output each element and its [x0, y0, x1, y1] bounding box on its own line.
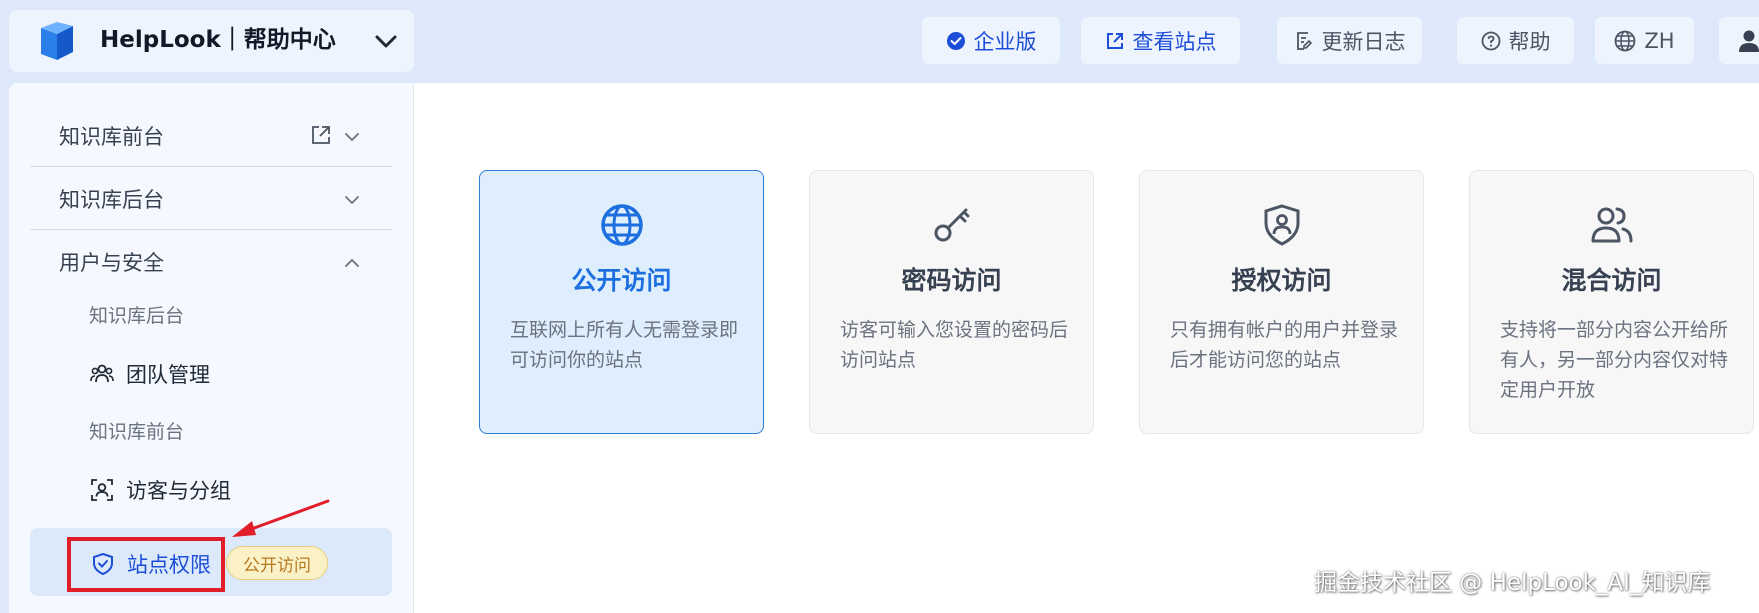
watermark: 掘金技术社区 @ HelpLook_AI_知识库	[1314, 570, 1711, 596]
helplook-logo-icon	[41, 22, 73, 60]
shield-user-icon	[1264, 204, 1299, 246]
check-circle-icon	[946, 31, 965, 50]
changelog-label: 更新日志	[1321, 29, 1406, 54]
card-description: 互联网上所有人无需登录即可访问你的站点	[510, 319, 739, 371]
card-title: 密码访问	[901, 266, 1002, 295]
user-icon	[1739, 30, 1759, 52]
chevron-up-icon[interactable]	[343, 255, 361, 271]
annotation-arrow-icon	[232, 499, 330, 537]
language-button[interactable]: ZH	[1595, 17, 1694, 64]
nav-section-backend[interactable]: 知识库后台	[21, 172, 391, 228]
enterprise-label: 企业版	[973, 29, 1037, 54]
access-mode-card-authorized[interactable]: 授权访问 只有拥有帐户的用户并登录后才能访问您的站点	[1139, 170, 1424, 434]
key-icon	[934, 208, 969, 242]
sidebar-item-visitors[interactable]: 访客与分组	[90, 472, 231, 508]
user-avatar-button[interactable]	[1719, 17, 1759, 64]
view-site-button[interactable]: 查看站点	[1081, 17, 1240, 64]
nav-section-label: 知识库后台	[59, 188, 164, 212]
brand-name: HelpLook｜帮助中心	[100, 27, 336, 53]
visitor-scan-icon	[91, 479, 113, 501]
sidebar-item-label: 团队管理	[126, 363, 210, 387]
chevron-down-icon[interactable]	[343, 192, 361, 208]
language-label: ZH	[1644, 28, 1675, 53]
nav-section-frontend[interactable]: 知识库前台	[21, 109, 391, 165]
access-mode-card-password[interactable]: 密码访问 访客可输入您设置的密码后访问站点	[809, 170, 1094, 434]
card-title: 公开访问	[571, 266, 672, 295]
brand-switcher[interactable]: HelpLook｜帮助中心	[9, 10, 414, 72]
sidebar-item-label: 访客与分组	[126, 479, 231, 503]
external-link-icon	[1106, 32, 1123, 49]
card-description: 访客可输入您设置的密码后访问站点	[840, 319, 1069, 371]
globe-icon	[600, 204, 643, 246]
group-heading-backend: 知识库后台	[89, 305, 185, 327]
help-circle-icon	[1481, 31, 1500, 50]
enterprise-button[interactable]: 企业版	[922, 17, 1060, 64]
card-title: 混合访问	[1561, 266, 1662, 295]
card-description: 只有拥有帐户的用户并登录后才能访问您的站点	[1170, 319, 1399, 371]
chevron-down-icon[interactable]	[373, 29, 399, 53]
access-mode-card-public[interactable]: 公开访问 互联网上所有人无需登录即可访问你的站点	[479, 170, 764, 434]
nav-section-label: 知识库前台	[59, 125, 164, 149]
external-link-icon[interactable]	[310, 124, 332, 146]
status-badge: 公开访问	[226, 546, 328, 580]
card-title: 授权访问	[1231, 266, 1332, 295]
globe-icon	[1615, 30, 1636, 51]
group-heading-frontend: 知识库前台	[89, 421, 185, 443]
document-edit-icon	[1296, 31, 1312, 50]
view-site-label: 查看站点	[1132, 29, 1217, 54]
nav-section-label: 用户与安全	[59, 251, 164, 275]
access-mode-card-mixed[interactable]: 混合访问 支持将一部分内容公开给所有人，另一部分内容仅对特定用户开放	[1469, 170, 1754, 434]
highlight-box	[67, 537, 225, 592]
team-icon	[90, 364, 114, 383]
changelog-button[interactable]: 更新日志	[1277, 17, 1422, 64]
users-icon	[1591, 207, 1632, 243]
help-button[interactable]: 帮助	[1457, 17, 1574, 64]
nav-section-user-security[interactable]: 用户与安全	[21, 235, 391, 291]
sidebar-item-team[interactable]: 团队管理	[90, 356, 210, 392]
card-description: 支持将一部分内容公开给所有人，另一部分内容仅对特定用户开放	[1500, 319, 1729, 401]
chevron-down-icon[interactable]	[343, 129, 361, 145]
help-label: 帮助	[1508, 29, 1551, 54]
